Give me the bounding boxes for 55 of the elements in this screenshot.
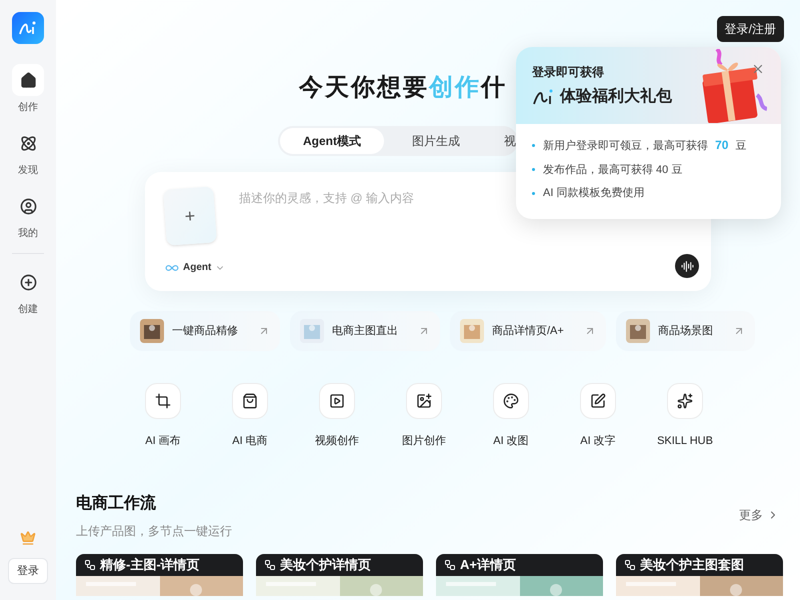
arrow-icon (258, 325, 270, 337)
image-icon (416, 393, 432, 409)
tool-button[interactable]: SKILL HUB (655, 383, 715, 450)
tool-button[interactable]: AI 画布 (133, 383, 193, 450)
arrow-icon (418, 325, 430, 337)
sidebar-item[interactable]: 创建 (12, 266, 44, 317)
login-button[interactable]: 登录 (8, 558, 48, 584)
tool-button[interactable]: 图片创作 (394, 383, 454, 450)
tool-button[interactable]: 视频创作 (307, 383, 367, 450)
mode-tab[interactable]: 视 (488, 128, 516, 154)
sidebar-item[interactable]: 我的 (12, 190, 44, 241)
section-subtitle: 上传产品图，多节点一键运行 (76, 522, 232, 540)
home-icon (20, 72, 36, 88)
quick-action-card[interactable]: 电商主图直出 (290, 311, 440, 351)
audio-wave-icon (680, 260, 694, 272)
crop-icon (155, 393, 171, 409)
user-icon (20, 198, 36, 214)
quick-action-card[interactable]: 商品详情页/A+ (450, 311, 606, 351)
close-button[interactable] (751, 62, 765, 76)
bag-icon (242, 393, 258, 409)
benefit-text: 发布作品，最高可获得 40 豆 (543, 162, 682, 178)
quick-action-card[interactable]: 商品场景图 (616, 311, 755, 351)
hero-title: 今天你想要创作什 (299, 73, 507, 103)
section-title: 电商工作流 (76, 493, 157, 514)
sidebar-item[interactable]: 发现 (12, 127, 44, 178)
tool-button[interactable]: AI 改图 (481, 383, 541, 450)
upload-button[interactable]: + (163, 186, 217, 246)
benefit-text: AI 同款模板免费使用 (543, 186, 644, 201)
video-icon (329, 393, 345, 409)
agent-dropdown[interactable]: Agent (165, 260, 226, 275)
voice-button[interactable] (675, 254, 699, 278)
palette-icon (503, 393, 519, 409)
workflow-card[interactable]: 美妆个护详情页 (256, 554, 423, 596)
workflow-card[interactable]: A+详情页 (436, 554, 603, 596)
workflow-icon (444, 558, 456, 570)
atom-icon (20, 134, 36, 152)
workflow-card[interactable]: 精修-主图-详情页 (76, 554, 243, 596)
text-edit-icon (590, 393, 606, 409)
quick-action-card[interactable]: 一键商品精修 (130, 311, 280, 351)
login-register-button[interactable]: 登录/注册 (716, 16, 784, 42)
workflow-card[interactable]: 美妆个护主图套图 (616, 554, 783, 596)
sparkle-icon (677, 393, 693, 409)
workflow-icon (84, 558, 96, 570)
workflow-icon (624, 558, 636, 570)
popup-heading: 登录即可获得 (532, 64, 604, 81)
workflow-icon (264, 558, 276, 570)
mode-tab[interactable]: Agent模式 (280, 128, 384, 154)
tool-button[interactable]: AI 电商 (220, 383, 280, 450)
logo-icon[interactable] (12, 12, 44, 44)
popup-title: 体验福利大礼包 (560, 86, 672, 107)
tool-button[interactable]: AI 改字 (568, 383, 628, 450)
benefit-text: 新用户登录即可领豆，最高可获得 70 豆 (543, 137, 746, 154)
mode-tab[interactable]: 图片生成 (384, 128, 488, 154)
more-link[interactable]: 更多 (739, 506, 779, 524)
plus-icon (20, 274, 36, 290)
